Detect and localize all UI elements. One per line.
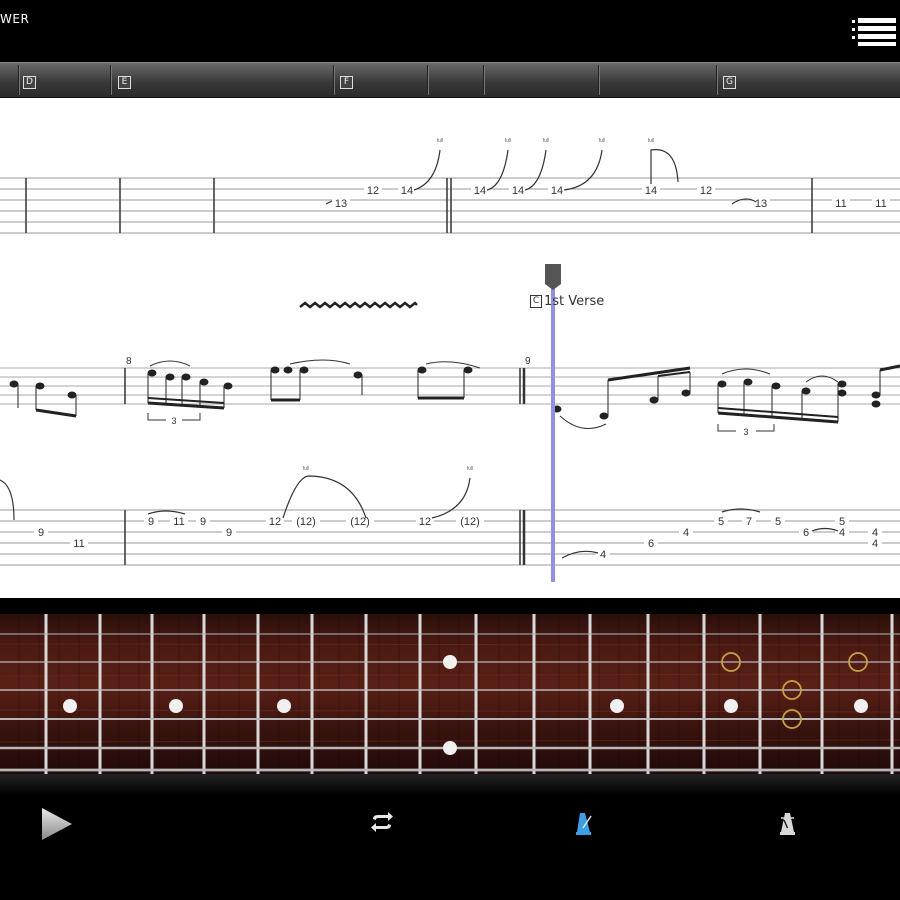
- tuplet-numbers: 3 3: [171, 416, 748, 437]
- tab-fret: (12): [296, 516, 316, 528]
- inlay-dot: [443, 741, 457, 755]
- tab-fret: 12: [700, 185, 712, 197]
- tab-fret: 14: [551, 185, 563, 197]
- tab-fret: 7: [746, 516, 752, 528]
- fretboard-bottom-edge: [0, 774, 900, 796]
- section-label-box: C: [530, 295, 542, 308]
- tab-fret: 4: [839, 527, 845, 539]
- metronome-button[interactable]: [572, 810, 596, 836]
- tab-fret: 14: [474, 185, 486, 197]
- svg-text:full: full: [648, 138, 654, 144]
- tab-fret: 9: [38, 527, 44, 539]
- playhead-cursor[interactable]: [545, 264, 561, 582]
- bottom-bend-labels: full full: [303, 466, 473, 472]
- tab-fret: 5: [775, 516, 781, 528]
- tab-fret: 14: [645, 185, 657, 197]
- section-divider: [483, 65, 484, 95]
- inlay-dot: [63, 699, 77, 713]
- svg-text:full: full: [303, 466, 309, 472]
- tab-fret: 6: [648, 538, 654, 550]
- inlay-dot: [724, 699, 738, 713]
- hamburger-menu-icon[interactable]: [848, 16, 898, 48]
- tab-fret: 12: [269, 516, 281, 528]
- loop-button[interactable]: [368, 810, 396, 836]
- section-marker-e[interactable]: E: [118, 76, 131, 89]
- notation-notes: [9, 364, 900, 424]
- tab-fret: 5: [718, 516, 724, 528]
- inlay-dot: [610, 699, 624, 713]
- top-bend-curves: [325, 149, 757, 205]
- section-label-text: 1st Verse: [544, 294, 605, 309]
- tab-fret: 13: [755, 198, 767, 210]
- playback-controls: [0, 796, 900, 900]
- top-bar: WER: [0, 0, 900, 62]
- svg-text:full: full: [437, 138, 443, 144]
- tab-fret: 6: [803, 527, 809, 539]
- section-divider: [716, 65, 717, 95]
- section-divider: [333, 65, 334, 95]
- section-marker-g[interactable]: G: [723, 76, 736, 89]
- tab-fret: 12: [419, 516, 431, 528]
- tab-fret: 11: [73, 538, 84, 550]
- metronome-icon: [576, 813, 592, 835]
- count-in-metronome-icon: [780, 813, 795, 835]
- svg-text:full: full: [505, 138, 511, 144]
- loop-icon: [371, 812, 393, 832]
- tab-fret: 4: [872, 538, 878, 550]
- inlay-dot: [169, 699, 183, 713]
- score-view[interactable]: 13 12 14 14 14 14 14 12 13 11 11 full fu…: [0, 98, 900, 598]
- top-staff-barlines: [25, 178, 813, 233]
- inlay-dot: [277, 699, 291, 713]
- tab-fret: 4: [683, 527, 689, 539]
- tab-fret: (12): [350, 516, 370, 528]
- svg-text:full: full: [543, 138, 549, 144]
- app-title: WER: [0, 12, 30, 26]
- svg-text:full: full: [467, 466, 473, 472]
- bottom-tab-staff: [0, 509, 900, 566]
- tuplet-brackets: [147, 413, 775, 432]
- section-divider: [427, 65, 428, 95]
- section-divider: [598, 65, 599, 95]
- tab-fret: 9: [148, 516, 154, 528]
- section-divider: [110, 65, 111, 95]
- fretboard-view[interactable]: [0, 614, 900, 774]
- svg-text:3: 3: [743, 427, 748, 437]
- tab-fret: 11: [835, 198, 846, 210]
- tab-fret: 12: [367, 185, 379, 197]
- svg-text:full: full: [599, 138, 605, 144]
- tab-fret: (12): [460, 516, 480, 528]
- tab-fret: 11: [875, 198, 886, 210]
- tab-fret: 13: [335, 198, 347, 210]
- notation-slurs: [149, 359, 839, 429]
- tab-fret: 14: [512, 185, 524, 197]
- section-marker-d[interactable]: D: [23, 76, 36, 89]
- section-label: C 1st Verse: [530, 294, 604, 309]
- top-bend-labels: full full full full full: [437, 138, 654, 144]
- top-tab-frets: 13 12 14 14 14 14 14 12 13 11 11: [332, 184, 890, 210]
- measure-number: 9: [525, 356, 531, 367]
- play-icon: [42, 808, 72, 840]
- inlay-dot: [854, 699, 868, 713]
- svg-text:3: 3: [171, 416, 176, 426]
- inlay-dot: [443, 655, 457, 669]
- vibrato-marking: [299, 301, 418, 309]
- tab-fret: 4: [600, 549, 606, 561]
- tab-fret: 9: [226, 527, 232, 539]
- tab-fret: 9: [200, 516, 206, 528]
- section-marker-f[interactable]: F: [340, 76, 353, 89]
- tab-fret: 14: [401, 185, 413, 197]
- play-button[interactable]: [36, 804, 76, 844]
- count-in-button[interactable]: [776, 810, 800, 836]
- section-divider: [18, 65, 19, 95]
- fret-wires: [44, 614, 894, 774]
- measure-number: 8: [126, 356, 132, 367]
- section-navigation-bar[interactable]: D E F G: [0, 62, 900, 99]
- tab-fret: 11: [173, 516, 184, 528]
